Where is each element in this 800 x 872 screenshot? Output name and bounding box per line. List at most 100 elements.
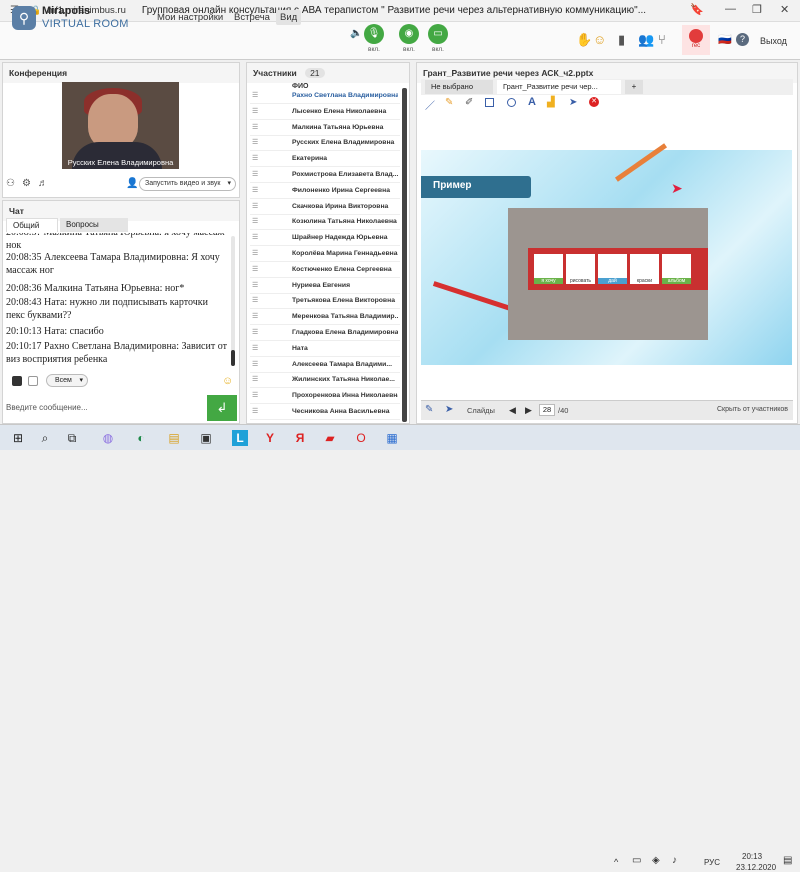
text-color-icon[interactable] [12,376,22,386]
drag-handle-icon[interactable]: ☰ [252,246,258,262]
stats-icon[interactable]: ▮ [618,32,625,48]
help-icon[interactable]: ? [736,33,749,46]
opera-icon[interactable]: O [353,430,369,446]
menu-my-settings[interactable]: Мои настройки [157,12,223,23]
emoji-icon[interactable]: ☺ [593,32,606,47]
generic-app-icon[interactable]: ▦ [384,430,400,446]
tree-icon[interactable]: ⑂ [658,32,666,47]
participant-row[interactable]: ☰ Жилинских Татьяна Николае... [250,372,400,389]
edge-icon[interactable]: ◐ [133,430,149,446]
participant-row[interactable]: ☰ Малкина Татьяна Юрьевна [250,120,400,136]
audience-select[interactable]: Всем ▾ [46,374,88,387]
tab-general[interactable]: Общий [6,218,58,232]
drag-handle-icon[interactable]: ☰ [252,372,258,388]
notification-icon[interactable]: ▤ [783,855,792,866]
drag-handle-icon[interactable]: ☰ [252,325,258,341]
participant-row[interactable]: ☰ Рохмистрова Елизавета Влад... [250,167,400,183]
drag-handle-icon[interactable]: ☰ [252,388,258,404]
drag-handle-icon[interactable]: ☰ [252,309,258,325]
send-button[interactable]: ↲ [207,395,237,421]
camera-settings-icon[interactable]: ⚙ [22,178,31,189]
minimize-icon[interactable]: — [725,3,736,15]
pencil-icon[interactable]: ✎ [445,97,453,108]
drag-handle-icon[interactable]: ☰ [252,341,258,357]
windows-start-icon[interactable]: ⊞ [10,430,26,446]
highlighter-icon[interactable]: ✐ [465,97,473,108]
participant-row[interactable]: ☰ Меренкова Татьяна Владимир... [250,309,400,326]
rectangle-icon[interactable] [485,98,494,107]
language-flag-icon[interactable]: 🇷🇺 [718,33,732,46]
bg-color-icon[interactable] [28,376,38,386]
clock-time[interactable]: 20:13 [742,852,762,861]
speaker-icon[interactable]: ♪ [672,855,677,866]
pen-icon[interactable]: ／ [425,97,435,112]
slide-number-input[interactable]: 28 [539,404,555,416]
tab-questions[interactable]: Вопросы [60,218,128,232]
clock-date[interactable]: 23.12.2020 [736,863,776,872]
chat-scrollbar-track[interactable] [231,236,235,366]
participant-row[interactable]: ☰ Рахно Светлана Владимировна [250,88,400,104]
red-app-icon[interactable]: ▰ [322,430,338,446]
participant-row[interactable]: ☰ Прохоренкова Инна Николаевна [250,388,400,405]
participant-row[interactable]: ☰ Нуриева Евгения [250,278,400,294]
tab-presentation[interactable]: Грант_Развитие речи чер... [497,80,621,94]
participant-row[interactable]: ☰ Русских Елена Владимировна [250,135,400,152]
drag-handle-icon[interactable]: ☰ [252,278,258,294]
drag-handle-icon[interactable]: ☰ [252,214,258,230]
screen-toggle[interactable]: ▭ вкл. [426,24,450,53]
chat-message-input[interactable]: Введите сообщение... [6,398,206,418]
participant-row[interactable]: ☰ Костюченко Елена Сергеевна [250,262,400,278]
close-icon[interactable]: ✕ [780,3,789,16]
hide-from-participants[interactable]: Скрыть от участников [717,406,788,413]
cortana-icon[interactable]: ◍ [100,430,116,446]
menu-meeting[interactable]: Встреча [234,12,270,23]
start-video-dropdown[interactable]: Запустить видео и звук ▾ [139,177,236,191]
participant-row[interactable]: ☰ Шрайнер Надежда Юрьевна [250,230,400,247]
drag-handle-icon[interactable]: ☰ [252,293,258,309]
drag-handle-icon[interactable]: ☰ [252,104,258,120]
participant-row[interactable]: ☰ Козюлина Татьяна Николаевна [250,214,400,231]
emoji-picker-icon[interactable]: ☺ [222,375,233,387]
tab-not-selected[interactable]: Не выбрано [425,80,493,94]
add-tab-button[interactable]: + [625,80,643,94]
battery-icon[interactable]: ▭ [632,855,641,866]
participant-row[interactable]: ☰ Королёва Марина Геннадьевна [250,246,400,262]
users-icon[interactable]: ⚇ [6,178,15,189]
drag-handle-icon[interactable]: ☰ [252,167,258,183]
drag-handle-icon[interactable]: ☰ [252,135,258,151]
mic-settings-icon[interactable]: ♬ [38,178,48,189]
text-icon[interactable]: A [528,96,536,108]
drag-handle-icon[interactable]: ☰ [252,151,258,167]
explorer-icon[interactable]: ▤ [166,430,182,446]
draw-mode-icon[interactable]: ✎ [425,404,433,415]
camera-toggle[interactable]: ◉ вкл. [397,24,421,53]
people-icon[interactable]: 👥 [638,32,654,48]
drag-handle-icon[interactable]: ☰ [252,120,258,136]
participant-row[interactable]: ☰ Филоненко Ирина Сергеевна [250,183,400,199]
participant-row[interactable]: ☰ Чесникова Анна Васильевна [250,404,400,420]
next-slide-icon[interactable]: ▶ [525,405,532,416]
bookmark-icon[interactable]: 🔖 [690,3,704,16]
tray-chevron-icon[interactable]: ^ [614,857,618,867]
participant-row[interactable]: ☰ Гладкова Елена Владимировна [250,325,400,341]
search-icon[interactable]: ⌕ [37,430,53,446]
store-icon[interactable]: ▣ [198,430,214,446]
volume-icon[interactable]: 🔈 [350,28,362,39]
raise-hand-icon[interactable]: ✋ [576,32,592,48]
participant-row[interactable]: ☰ Ната [250,341,400,357]
drag-handle-icon[interactable]: ☰ [252,88,258,104]
fill-icon[interactable]: ▟ [547,97,555,108]
circle-icon[interactable] [507,98,516,107]
participants-scrollbar[interactable] [402,88,407,422]
network-icon[interactable]: ◈ [652,855,660,866]
drag-handle-icon[interactable]: ☰ [252,404,258,420]
drag-handle-icon[interactable]: ☰ [252,262,258,278]
participant-row[interactable]: ☰ Алексеева Тамара Владими... [250,357,400,373]
app-l-icon[interactable]: L [232,430,248,446]
prev-slide-icon[interactable]: ◀ [509,405,516,416]
yandex-icon[interactable]: Я [292,430,308,446]
participant-row[interactable]: ☰ Лысенко Елена Николаевна [250,104,400,120]
restore-icon[interactable]: ❐ [752,3,762,16]
participant-row[interactable]: ☰ Третьякова Елена Викторовна [250,293,400,310]
exit-button[interactable]: Выход [760,36,787,46]
